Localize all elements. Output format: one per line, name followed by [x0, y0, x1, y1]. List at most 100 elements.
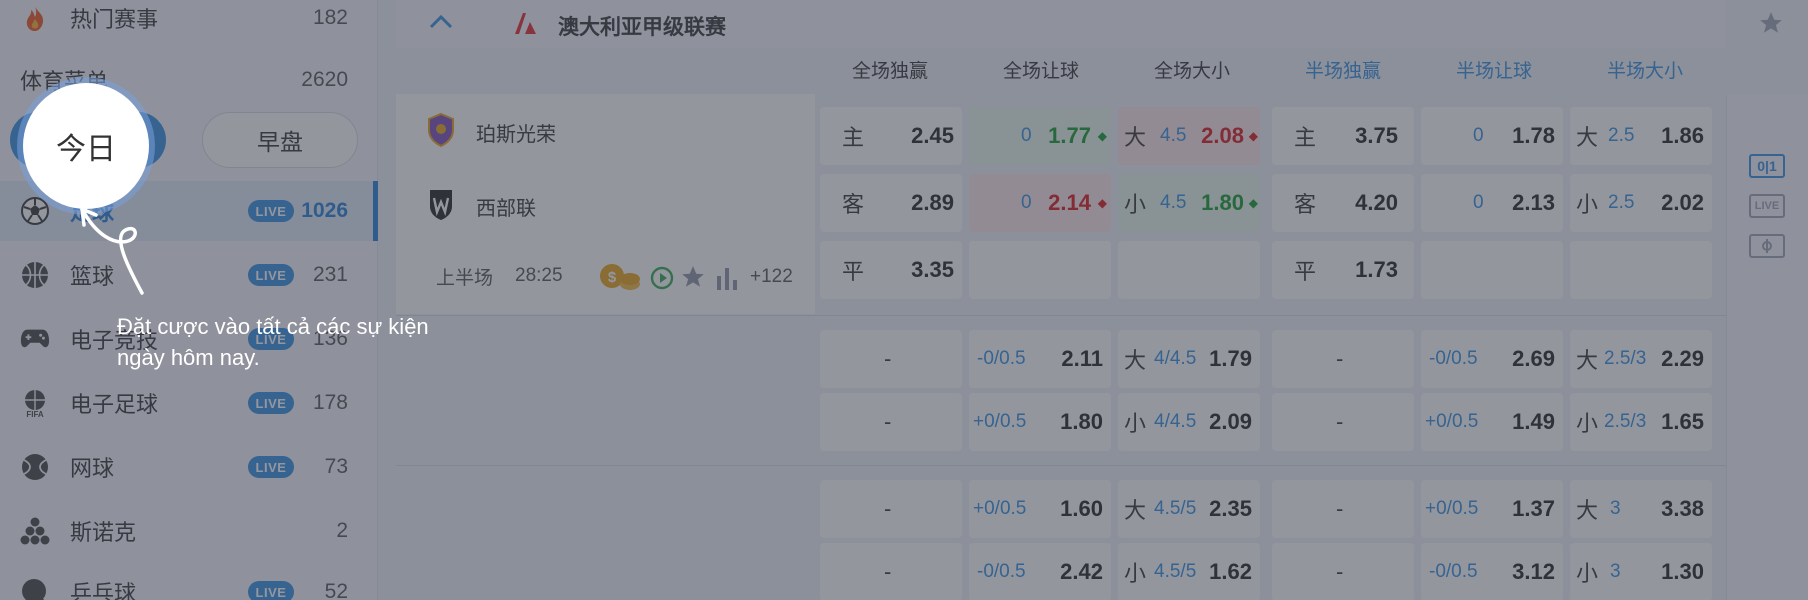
sidebar-item-basketball[interactable]: 篮球 LIVE 231	[0, 245, 378, 305]
live-badge: LIVE	[248, 392, 294, 414]
match-info[interactable]: 珀斯光荣 1 西部联 1 上半场 28:25 $	[396, 94, 839, 314]
sidebar-hot-events[interactable]: 热门赛事 182	[0, 0, 378, 48]
odds-cell-empty	[1421, 241, 1563, 299]
odds-cell[interactable]: -0/0.5 2.42	[969, 543, 1111, 600]
odds-value: 1.80	[1060, 409, 1103, 434]
odds-value: 1.62	[1209, 559, 1252, 584]
col-header-ht-over-under[interactable]: 半场大小	[1570, 56, 1720, 86]
odds-value: 4.20	[1355, 190, 1398, 215]
odds-cell[interactable]: 大 2.5/3 2.29	[1570, 330, 1712, 388]
odds-cell[interactable]: 大 4.5 2.08 ◆	[1118, 107, 1260, 165]
odds-cell[interactable]: 小 4/4.5 2.09	[1118, 393, 1260, 451]
odds-cell[interactable]: -	[820, 393, 962, 451]
odds-label: 大	[1576, 125, 1599, 150]
spotlight-tab-today[interactable]: 今日	[23, 83, 149, 209]
odds-value: 1.37	[1512, 496, 1555, 521]
home-team-name: 珀斯光荣	[476, 124, 556, 146]
stats-bar-icon[interactable]	[716, 266, 738, 295]
odds-cell[interactable]: 客 4.20	[1272, 174, 1414, 232]
sidebar-item-efootball[interactable]: FIFA 电子足球 LIVE 178	[0, 373, 378, 433]
odds-cell[interactable]: -	[1272, 330, 1414, 388]
spotlight-label: 今日	[56, 133, 116, 166]
odds-handicap: 0	[1021, 125, 1032, 146]
odds-value: 1.60	[1060, 496, 1103, 521]
tab-early[interactable]: 早盘	[202, 112, 358, 168]
odds-cell[interactable]: 0 1.77 ◆	[969, 107, 1111, 165]
home-team-logo-icon	[426, 112, 456, 148]
odds-handicap: 4.5/5	[1154, 561, 1197, 582]
odds-cell[interactable]: -0/0.5 3.12	[1421, 543, 1563, 600]
odds-handicap: 3	[1610, 561, 1621, 582]
odds-cell[interactable]: -	[1272, 543, 1414, 600]
away-team-logo-icon	[426, 186, 456, 222]
odds-cell[interactable]: 小 2.5/3 1.65	[1570, 393, 1712, 451]
odds-cell[interactable]: 小 3 1.30	[1570, 543, 1712, 600]
basketball-icon	[20, 260, 50, 290]
odds-cell[interactable]: 大 4/4.5 1.79	[1118, 330, 1260, 388]
odds-cell[interactable]: -0/0.5 2.11	[969, 330, 1111, 388]
hot-events-label: 热门赛事	[70, 7, 159, 32]
odds-handicap: 4/4.5	[1154, 411, 1197, 432]
odds-cell[interactable]: 0 1.78	[1421, 107, 1563, 165]
sidebar-item-snooker[interactable]: 斯诺克 2	[0, 501, 378, 561]
odds-cell[interactable]: 大 2.5 1.86	[1570, 107, 1712, 165]
sports-menu-count: 2620	[301, 68, 348, 91]
league-header[interactable]: 澳大利亚甲级联赛	[396, 0, 1782, 48]
odds-cell[interactable]: 平 1.73	[1272, 241, 1414, 299]
live-video-icon[interactable]	[650, 266, 674, 295]
col-header-ht-1x2[interactable]: 半场独赢	[1268, 56, 1418, 86]
odds-handicap: -0/0.5	[977, 561, 1026, 582]
live-stream-button[interactable]: LIVE	[1749, 194, 1785, 218]
odds-cell[interactable]: -	[1272, 480, 1414, 538]
odds-cell[interactable]: +0/0.5 1.80	[969, 393, 1111, 451]
odds-cell[interactable]: 客 2.89	[820, 174, 962, 232]
odds-label: 大	[1576, 348, 1599, 373]
col-header-ht-handicap[interactable]: 半场让球	[1419, 56, 1569, 86]
sport-count: 52	[324, 580, 348, 600]
cashout-coins-icon[interactable]: $	[598, 258, 642, 297]
odds-cell[interactable]: -	[1272, 393, 1414, 451]
odds-value: 2.11	[1061, 346, 1103, 371]
live-badge: LIVE	[248, 264, 294, 286]
odds-cell[interactable]: 大 4.5/5 2.35	[1118, 480, 1260, 538]
more-markets-count[interactable]: +122	[750, 266, 793, 288]
odds-label: -	[884, 346, 892, 371]
svg-text:$: $	[608, 269, 617, 286]
scoreboard-button[interactable]: 0|1	[1749, 154, 1785, 178]
sidebar-item-pingpong[interactable]: 乒乓球 LIVE 52	[0, 562, 378, 600]
odds-handicap: 2.5/3	[1604, 348, 1647, 369]
odds-cell[interactable]: 小 4.5 1.80 ◆	[1118, 174, 1260, 232]
odds-cell[interactable]: +0/0.5 1.49	[1421, 393, 1563, 451]
odds-cell[interactable]: 小 2.5 2.02	[1570, 174, 1712, 232]
odds-cell[interactable]: 大 3 3.38	[1570, 480, 1712, 538]
odds-cell[interactable]: 主 2.45	[820, 107, 962, 165]
odds-cell[interactable]: -0/0.5 2.69	[1421, 330, 1563, 388]
fire-icon	[20, 3, 50, 33]
odds-cell[interactable]: 平 3.35	[820, 241, 962, 299]
sport-count: 2	[336, 519, 348, 542]
odds-cell[interactable]: 小 4.5/5 1.62	[1118, 543, 1260, 600]
odds-value: 2.13	[1512, 190, 1555, 215]
pointer-arrow-icon	[80, 207, 144, 295]
odds-value: 1.65	[1661, 409, 1704, 434]
favorite-match-star-icon[interactable]	[680, 264, 706, 295]
odds-label: 客	[1294, 192, 1317, 217]
odds-cell[interactable]: -	[820, 330, 962, 388]
odds-label: 大	[1576, 498, 1599, 523]
odds-up-arrow-icon: ◆	[1097, 129, 1107, 143]
odds-cell[interactable]: +0/0.5 1.37	[1421, 480, 1563, 538]
odds-up-arrow-icon: ◆	[1248, 196, 1258, 210]
odds-cell[interactable]: +0/0.5 1.60	[969, 480, 1111, 538]
collapse-chevron-icon[interactable]	[428, 12, 454, 35]
odds-cell[interactable]: 0 2.14 ◆	[969, 174, 1111, 232]
odds-cell[interactable]: 主 3.75	[1272, 107, 1414, 165]
odds-value: 2.45	[911, 123, 954, 148]
odds-cell[interactable]: -	[820, 480, 962, 538]
field-view-icon[interactable]	[1749, 234, 1785, 258]
scoreboard-label: 0|1	[1757, 158, 1777, 174]
odds-cell[interactable]: 0 2.13	[1421, 174, 1563, 232]
odds-handicap: 4.5	[1160, 192, 1187, 213]
odds-cell[interactable]: -	[820, 543, 962, 600]
favorite-star-icon[interactable]	[1758, 10, 1784, 41]
sidebar-item-tennis[interactable]: 网球 LIVE 73	[0, 437, 378, 497]
